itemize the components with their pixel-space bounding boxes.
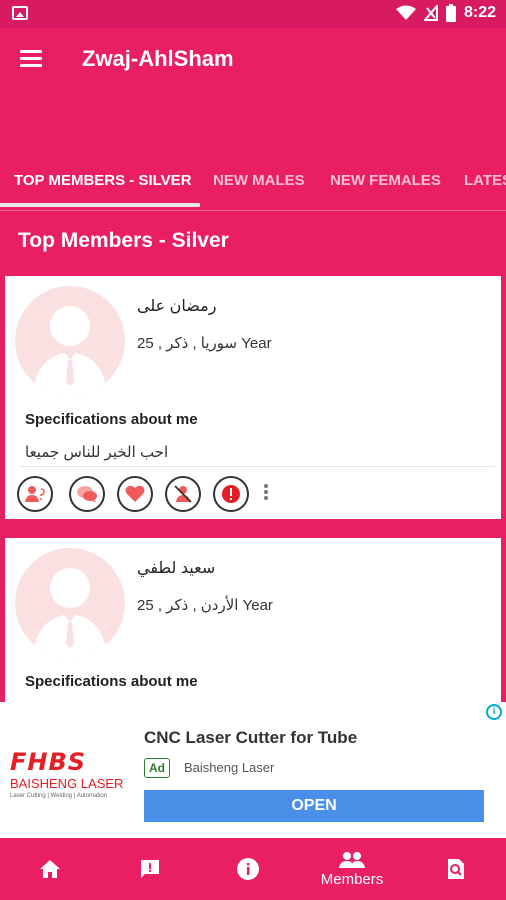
spec-label: Specifications about me: [25, 673, 198, 690]
home-icon: [40, 860, 60, 878]
person-placeholder-icon: [33, 568, 107, 658]
ad-banner[interactable]: i FHBS BAISHENG LASER Laser Cutting | We…: [0, 702, 506, 838]
chat-icon: [77, 486, 97, 503]
block-user-button[interactable]: [165, 476, 201, 512]
person-placeholder-icon: [33, 306, 107, 396]
add-user-button[interactable]: [17, 476, 53, 512]
tab-top-members-silver[interactable]: TOP MEMBERS - SILVER: [14, 172, 192, 189]
tab-new-females[interactable]: NEW FEMALES: [330, 172, 441, 189]
spec-text: احب الخير للناس جميعا: [25, 444, 169, 461]
tab-new-males[interactable]: NEW MALES: [213, 172, 305, 189]
app-title: Zwaj-AhlSham: [82, 46, 234, 71]
favorite-button[interactable]: [117, 476, 153, 512]
section-title: Top Members - Silver: [18, 229, 229, 252]
nav-home[interactable]: [30, 838, 70, 900]
ad-title[interactable]: CNC Laser Cutter for Tube: [144, 728, 357, 748]
tab-latest[interactable]: LATES: [464, 172, 506, 189]
report-button[interactable]: [213, 476, 249, 512]
ad-advertiser: Baisheng Laser: [184, 760, 275, 775]
no-signal-icon: [423, 5, 438, 21]
battery-icon: [445, 4, 456, 22]
spec-label: Specifications about me: [25, 411, 198, 428]
divider: [19, 466, 495, 467]
search-doc-icon: [448, 859, 464, 879]
status-icons: 8:22: [395, 4, 496, 22]
nav-feedback[interactable]: [130, 838, 170, 900]
status-bar: 8:22: [0, 0, 506, 28]
more-vert-icon[interactable]: [263, 484, 269, 504]
ad-logo: FHBS BAISHENG LASER Laser Cutting | Weld…: [10, 748, 134, 808]
status-time: 8:22: [463, 4, 496, 21]
nav-search[interactable]: [436, 838, 476, 900]
member-info: 25 , سوريا , ذكر Year: [137, 335, 272, 352]
ad-choices-icon[interactable]: i: [486, 704, 502, 720]
ad-logo-brand: FHBS: [10, 748, 87, 776]
report-icon: [222, 485, 240, 503]
wifi-icon: [395, 5, 416, 20]
heart-icon: [125, 485, 145, 502]
members-icon: [339, 851, 365, 868]
ad-logo-company: BAISHENG LASER: [10, 776, 124, 791]
screen: 8:22 Zwaj-AhlSham TOP MEMBERS - SILVER N…: [0, 0, 506, 900]
member-card[interactable]: رمضان على 25 , سوريا , ذكر Year Specific…: [2, 273, 504, 522]
add-user-icon: [25, 486, 45, 502]
member-info: 25 , الأردن , ذكر Year: [137, 597, 273, 614]
chat-button[interactable]: [69, 476, 105, 512]
nav-members[interactable]: Members: [312, 838, 392, 900]
ad-logo-tagline: Laser Cutting | Welding | Automation: [10, 793, 108, 799]
member-card[interactable]: سعيد لطفي 25 , الأردن , ذكر Year Specifi…: [2, 535, 504, 710]
ad-open-button[interactable]: OPEN: [144, 790, 484, 822]
bottom-nav: Members: [0, 838, 506, 900]
feedback-icon: [141, 860, 159, 878]
member-name: رمضان على: [137, 298, 217, 315]
section-header: Top Members - Silver: [0, 210, 506, 270]
info-icon: [237, 858, 259, 880]
app-bar: Zwaj-AhlSham: [0, 28, 506, 90]
ad-badge: Ad: [144, 758, 170, 778]
nav-members-label: Members: [320, 870, 384, 888]
block-user-icon: [174, 485, 192, 503]
menu-icon[interactable]: [20, 50, 42, 68]
tabs-area: TOP MEMBERS - SILVER NEW MALES NEW FEMAL…: [0, 90, 506, 210]
image-notification-icon: [12, 6, 28, 20]
active-tab-indicator: [0, 203, 200, 207]
member-name: سعيد لطفي: [137, 560, 216, 577]
avatar[interactable]: [15, 286, 125, 396]
nav-info[interactable]: [228, 838, 268, 900]
avatar[interactable]: [15, 548, 125, 658]
